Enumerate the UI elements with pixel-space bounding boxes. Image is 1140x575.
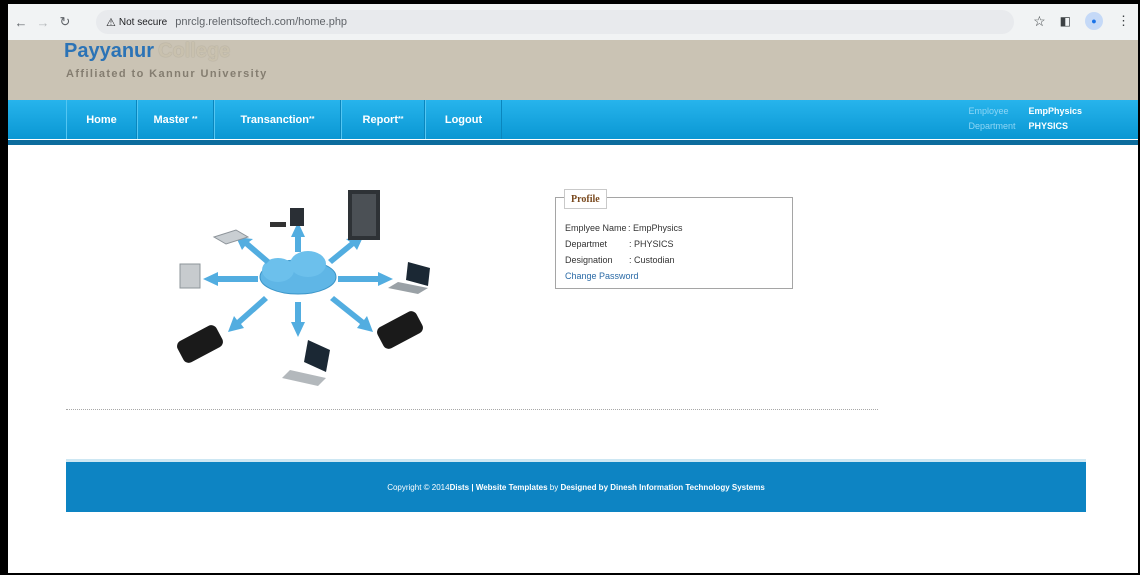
menu-stripe xyxy=(8,140,1138,145)
brand-primary: Payyanur xyxy=(64,40,155,62)
department-value: PHYSICS xyxy=(1028,121,1068,131)
profile-details: Emplyee Name: EmpPhysics Departmet : PHYS… xyxy=(565,220,683,284)
user-info: Employee EmpPhysics Department PHYSICS xyxy=(968,104,1082,134)
profile-label-department: Departmet xyxy=(565,239,608,249)
site-footer: Copyright © 2014 Dists | Website Templat… xyxy=(66,459,1086,512)
brand-secondary: College xyxy=(158,40,231,62)
profile-value-designation: : Custodian xyxy=(629,255,675,265)
footer-designer-link[interactable]: Designed by Dinesh Information Technolog… xyxy=(560,483,764,492)
site-header: Payyanur College Affiliated to Kannur Uni… xyxy=(8,40,1138,100)
server-icon xyxy=(348,190,380,240)
menu-logout[interactable]: Logout xyxy=(425,100,502,139)
footer-templates-link[interactable]: Website Templates xyxy=(476,483,548,492)
profile-value-department: : PHYSICS xyxy=(629,239,674,249)
profile-value-name: : EmpPhysics xyxy=(628,223,683,233)
back-icon[interactable]: ← xyxy=(10,15,32,30)
menu-transaction-label: Transanction xyxy=(240,113,309,126)
sidepanel-icon[interactable]: ◧ xyxy=(1060,14,1071,28)
menu-logout-label: Logout xyxy=(444,113,483,126)
site-subtitle: Affiliated to Kannur University xyxy=(66,68,268,80)
phone-icon-left xyxy=(177,325,223,363)
department-label: Department xyxy=(968,121,1016,131)
menu-home[interactable]: Home xyxy=(66,100,137,139)
menu-master[interactable]: Master ** xyxy=(137,100,214,139)
menu-report-label: Report xyxy=(362,113,398,126)
security-label[interactable]: Not secure xyxy=(119,17,167,28)
employee-label: Employee xyxy=(968,106,1009,116)
profile-label-name: Emplyee Name xyxy=(565,223,627,233)
employee-value: EmpPhysics xyxy=(1028,106,1082,116)
menu-report[interactable]: Report ** xyxy=(341,100,425,139)
address-bar[interactable]: ⚠ Not secure pnrclg.relentsoftech.com/ho… xyxy=(96,10,1014,34)
menu-master-suffix: ** xyxy=(192,116,198,123)
menu-home-label: Home xyxy=(86,113,117,126)
footer-by: by xyxy=(547,482,561,492)
main-menu-bar: Home Master ** Transanction ** Report ** L… xyxy=(8,100,1138,139)
url-text[interactable]: pnrclg.relentsoftech.com/home.php xyxy=(175,16,347,28)
star-icon[interactable]: ☆ xyxy=(1033,13,1046,30)
browser-toolbar: ← → ↻ ⚠ Not secure pnrclg.relentsoftech.… xyxy=(8,4,1138,40)
content-divider xyxy=(66,409,878,410)
forward-icon[interactable]: → xyxy=(32,15,54,30)
browser-window: ← → ↻ ⚠ Not secure pnrclg.relentsoftech.… xyxy=(8,4,1138,573)
menu-master-label: Master xyxy=(153,113,189,126)
reload-icon[interactable]: ↻ xyxy=(54,14,76,30)
menu-transaction-suffix: ** xyxy=(309,116,315,123)
kebab-icon[interactable]: ⋮ xyxy=(1117,13,1130,29)
change-password-link[interactable]: Change Password xyxy=(565,268,683,284)
menu-report-suffix: ** xyxy=(398,116,404,123)
site-logo[interactable]: Payyanur College xyxy=(64,40,230,63)
network-illustration xyxy=(177,190,430,386)
menu-transaction[interactable]: Transanction ** xyxy=(214,100,341,139)
profile-label-designation: Designation xyxy=(565,255,613,265)
profile-icon[interactable]: ● xyxy=(1085,12,1103,30)
warning-icon[interactable]: ⚠ xyxy=(106,16,116,29)
profile-legend: Profile xyxy=(564,189,607,209)
laptop-icon-bottom xyxy=(282,340,330,386)
desktop-icon xyxy=(270,208,304,227)
main-menu: Home Master ** Transanction ** Report ** L… xyxy=(66,100,502,139)
footer-separator: | xyxy=(469,482,476,492)
laptop-icon-right xyxy=(388,262,430,294)
storage-icon xyxy=(179,263,201,289)
profile-panel: Profile Emplyee Name: EmpPhysics Departm… xyxy=(555,189,793,289)
footer-copyright: Copyright © 2014 xyxy=(387,482,450,492)
footer-brand-link[interactable]: Dists xyxy=(450,483,470,492)
phone-icon-right xyxy=(377,311,423,349)
